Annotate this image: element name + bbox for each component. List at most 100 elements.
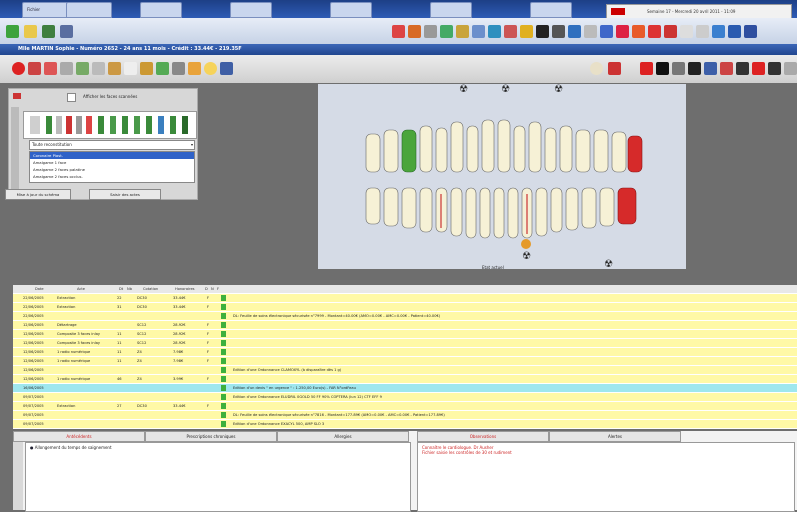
lower-arch[interactable]: [365, 187, 637, 249]
treated-tooth[interactable]: [627, 135, 643, 173]
table-row[interactable]: 12/06/2005 Détartrage SC12 28.92€ F: [13, 321, 797, 329]
tool-icon[interactable]: [768, 62, 781, 75]
tool-icon[interactable]: [704, 62, 717, 75]
tool-icon[interactable]: [408, 25, 421, 38]
tool-icon[interactable]: [472, 25, 485, 38]
tab-allergies[interactable]: Allergies: [277, 431, 409, 442]
table-row[interactable]: 12/06/2005 1 radio numérique 46 Z4 3.99€ F: [13, 375, 797, 383]
tooth[interactable]: [435, 127, 448, 173]
antecedents-list[interactable]: ● Allongement du temps de saignement: [25, 442, 411, 512]
tool-icon[interactable]: [536, 25, 549, 38]
tooth[interactable]: [419, 187, 433, 233]
tool-icon[interactable]: [204, 62, 217, 75]
implant-tooth[interactable]: [401, 129, 417, 173]
tooth[interactable]: [599, 187, 615, 227]
tool-icon[interactable]: [696, 25, 709, 38]
dental-chart[interactable]: ☢ ☢ ☢ ☢ ☢ Etat actuel: [318, 84, 686, 270]
instrument-icon[interactable]: [66, 116, 72, 134]
instrument-icon[interactable]: [76, 116, 82, 134]
tool-icon[interactable]: [584, 25, 597, 38]
heart-icon[interactable]: [640, 62, 653, 75]
instrument-icon[interactable]: [158, 116, 164, 134]
show-faces-checkbox[interactable]: [67, 93, 76, 102]
table-row[interactable]: 12/06/2005 Edition d'une Ordonnance CLAMO…: [13, 366, 797, 374]
tool-icon[interactable]: [44, 62, 57, 75]
window-tab[interactable]: [530, 2, 572, 18]
reconstitution-select[interactable]: Toute reconstitution ▾: [29, 140, 195, 150]
tooth[interactable]: [383, 129, 399, 173]
tool-icon[interactable]: [752, 62, 765, 75]
tool-icon[interactable]: [440, 25, 453, 38]
table-row[interactable]: 22/06/2005 Extraction 22 DC30 33.44€ F: [13, 294, 797, 302]
tool-icon[interactable]: [92, 62, 105, 75]
tooth[interactable]: [481, 119, 495, 173]
radiation-icon[interactable]: ☢: [554, 84, 563, 95]
tooth[interactable]: [528, 121, 542, 173]
tool-icon[interactable]: [632, 25, 645, 38]
reconstitution-list[interactable]: Coronaire Plast. Amalgame 1 face Amalgam…: [29, 151, 195, 183]
tool-icon[interactable]: [744, 25, 757, 38]
tool-icon[interactable]: [712, 25, 725, 38]
tool-icon[interactable]: [28, 62, 41, 75]
window-tab[interactable]: [330, 2, 372, 18]
tool-icon[interactable]: [664, 25, 677, 38]
table-row[interactable]: 12/06/2005 1 radio numérique 11 Z4 7.98€ F: [13, 357, 797, 365]
tooth[interactable]: [565, 187, 579, 231]
column-header[interactable]: Acte: [77, 285, 85, 293]
tool-icon[interactable]: [488, 25, 501, 38]
tool-icon[interactable]: [456, 25, 469, 38]
instrument-icon[interactable]: [182, 116, 188, 134]
tool-icon[interactable]: [680, 25, 693, 38]
tooth[interactable]: [497, 119, 511, 173]
tooth[interactable]: [611, 131, 627, 173]
tooth[interactable]: [550, 187, 563, 233]
tool-icon[interactable]: [552, 25, 565, 38]
tool-icon[interactable]: [600, 25, 613, 38]
tooth[interactable]: [513, 125, 526, 173]
list-item[interactable]: Coronaire Plast.: [30, 152, 194, 159]
tab-prescriptions[interactable]: Prescriptions chroniques: [145, 431, 277, 442]
tooth[interactable]: [365, 133, 381, 173]
radiation-icon[interactable]: ☢: [522, 251, 531, 262]
tool-icon[interactable]: [188, 62, 201, 75]
patient-list-icon[interactable]: [42, 25, 55, 38]
list-item[interactable]: Amalgame 1 face: [30, 159, 194, 166]
lesion-marker[interactable]: [521, 239, 531, 249]
folder-icon[interactable]: [24, 25, 37, 38]
list-item[interactable]: Amalgame 2 faces palatine: [30, 166, 194, 173]
help-icon[interactable]: [392, 25, 405, 38]
radiation-icon[interactable]: ☢: [501, 84, 510, 95]
table-row[interactable]: 09/07/2005 DL: Feuille de soins électroni…: [13, 411, 797, 419]
tool-icon[interactable]: [608, 62, 621, 75]
table-row[interactable]: 09/07/2005 Extraction 27 DC30 33.44€ F: [13, 402, 797, 410]
tooth[interactable]: [507, 187, 519, 239]
instrument-icon[interactable]: [170, 116, 176, 134]
column-header[interactable]: F: [217, 285, 219, 293]
tool-strip[interactable]: [11, 107, 19, 189]
calendar-icon[interactable]: [220, 62, 233, 75]
tool-icon[interactable]: [76, 62, 89, 75]
tool-icon[interactable]: [656, 62, 669, 75]
tooth[interactable]: [365, 187, 381, 225]
add-icon[interactable]: [6, 25, 19, 38]
tooth[interactable]: [401, 187, 417, 229]
tooth-icon[interactable]: [590, 62, 603, 75]
tab-observations[interactable]: Observations: [417, 431, 549, 442]
table-row[interactable]: 12/06/2005 Composite 3 faces inlay 11 SC12 2…: [13, 330, 797, 338]
table-row[interactable]: 12/06/2005 Composite 3 faces inlay 11 SC12 2…: [13, 339, 797, 347]
list-item[interactable]: Amalgame 2 faces occlus.: [30, 173, 194, 180]
tooth[interactable]: [581, 187, 597, 229]
table-row[interactable]: 09/07/2005 Edition d'une Ordonnance ELUDR…: [13, 393, 797, 401]
tooth[interactable]: [466, 125, 479, 173]
column-header[interactable]: Honoraires: [175, 285, 195, 293]
tool-icon[interactable]: [736, 62, 749, 75]
power-icon[interactable]: [12, 62, 25, 75]
tool-icon[interactable]: [648, 25, 661, 38]
tab-antecedents[interactable]: Antécédents: [13, 431, 145, 442]
tool-icon[interactable]: [784, 62, 797, 75]
window-tab[interactable]: [140, 2, 182, 18]
instrument-icon[interactable]: [134, 116, 140, 134]
pen-icon[interactable]: [13, 93, 21, 99]
tooth[interactable]: [544, 127, 557, 173]
table-row[interactable]: 22/06/2005 DL: Feuille de soins électroni…: [13, 312, 797, 320]
